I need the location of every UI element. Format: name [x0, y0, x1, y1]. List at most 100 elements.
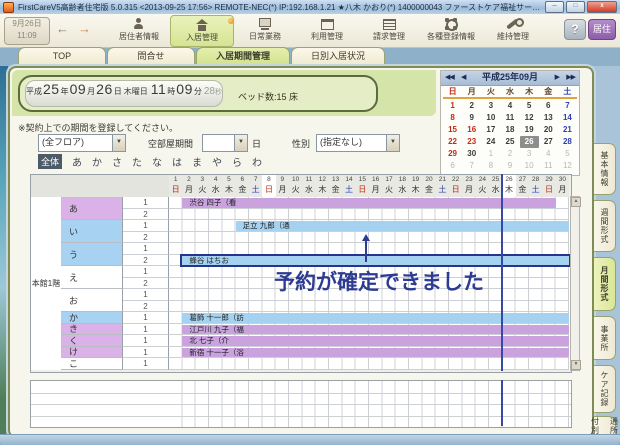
- calendar-day[interactable]: 2: [462, 100, 481, 112]
- calendar-day[interactable]: 25: [500, 136, 519, 148]
- minimize-button[interactable]: ─: [545, 1, 564, 13]
- side-tab-事業所[interactable]: 事業所: [594, 316, 616, 360]
- reservation-bar-葛飾 十一郎（訪[interactable]: 葛飾 十一郎（訪: [182, 313, 569, 323]
- toolbar-button-請求管理[interactable]: 請求管理: [358, 15, 420, 45]
- calendar-day[interactable]: 15: [443, 124, 462, 136]
- maximize-button[interactable]: □: [566, 1, 585, 13]
- calendar-day[interactable]: 22: [443, 136, 462, 148]
- tab-入居期間管理[interactable]: 入居期間管理: [196, 47, 290, 66]
- gantt-day-number: 14: [342, 175, 355, 184]
- calendar-day[interactable]: 16: [462, 124, 481, 136]
- calendar-day[interactable]: 6: [443, 160, 462, 172]
- back-arrow-icon[interactable]: ←: [56, 21, 69, 36]
- calendar-day[interactable]: 8: [443, 112, 462, 124]
- house-icon: [195, 19, 209, 31]
- calendar-day[interactable]: 7: [462, 160, 481, 172]
- kana-filter-た[interactable]: た: [127, 154, 147, 169]
- alert-dot-icon: [228, 18, 234, 24]
- kana-filter-あ[interactable]: あ: [67, 154, 87, 169]
- toolbar-button-維持管理[interactable]: 維持管理: [482, 15, 544, 45]
- calendar-day[interactable]: 23: [462, 136, 481, 148]
- mode-button[interactable]: 居住: [588, 19, 616, 40]
- calendar-day[interactable]: 12: [558, 160, 577, 172]
- gantt-scrollbar[interactable]: ▲ ▼: [570, 196, 580, 371]
- close-button[interactable]: x: [587, 1, 617, 13]
- chevron-down-icon[interactable]: ▼: [112, 135, 125, 151]
- calendar-next-month-icon[interactable]: ▶: [555, 71, 559, 84]
- toolbar-button-入居管理[interactable]: 入居管理: [170, 15, 234, 47]
- kana-filter-わ[interactable]: わ: [247, 154, 267, 169]
- help-button[interactable]: ?: [564, 19, 586, 40]
- kana-filter-か[interactable]: か: [87, 154, 107, 169]
- calendar-day[interactable]: 26: [520, 136, 539, 148]
- scroll-up-icon[interactable]: ▲: [571, 197, 581, 207]
- calendar-day[interactable]: 4: [500, 100, 519, 112]
- calendar-day[interactable]: 19: [520, 124, 539, 136]
- calendar-day[interactable]: 24: [481, 136, 500, 148]
- calendar-day[interactable]: 1: [481, 148, 500, 160]
- side-tab-ケア記録[interactable]: ケア記録: [594, 365, 616, 413]
- calendar-day[interactable]: 9: [462, 112, 481, 124]
- calendar-day[interactable]: 5: [558, 148, 577, 160]
- calendar-day[interactable]: 12: [520, 112, 539, 124]
- calendar-day[interactable]: 30: [462, 148, 481, 160]
- calendar-day[interactable]: 20: [539, 124, 558, 136]
- calendar-day[interactable]: 10: [520, 160, 539, 172]
- calendar-day[interactable]: 11: [500, 112, 519, 124]
- chevron-down-icon[interactable]: ▼: [234, 135, 247, 151]
- calendar-day[interactable]: 8: [481, 160, 500, 172]
- calendar-day[interactable]: 17: [481, 124, 500, 136]
- calendar-day[interactable]: 10: [481, 112, 500, 124]
- kana-filter-さ[interactable]: さ: [107, 154, 127, 169]
- reservation-bar-新宿 十一子（浴[interactable]: 新宿 十一子（浴: [182, 348, 569, 358]
- calendar-day[interactable]: 13: [539, 112, 558, 124]
- reservation-bar-蜂谷 はちお[interactable]: 蜂谷 はちお: [182, 256, 569, 266]
- reservation-bar-渋谷 四子（看[interactable]: 渋谷 四子（看: [182, 198, 555, 208]
- side-tab-基本情報[interactable]: 基本情報: [594, 143, 616, 195]
- side-tab-週間形式[interactable]: 週間形式: [594, 200, 616, 252]
- toolbar-button-居住者情報[interactable]: 居住者情報: [108, 15, 170, 45]
- calendar-day[interactable]: 11: [539, 160, 558, 172]
- calendar-day[interactable]: 6: [539, 100, 558, 112]
- calendar-day[interactable]: 4: [539, 148, 558, 160]
- gender-select[interactable]: (指定なし) ▼: [316, 134, 400, 152]
- calendar-prev-month-icon[interactable]: ◀: [461, 71, 465, 84]
- calendar-day[interactable]: 28: [558, 136, 577, 148]
- forward-arrow-icon[interactable]: →: [78, 21, 91, 36]
- calendar-day[interactable]: 5: [520, 100, 539, 112]
- calendar-day[interactable]: 2: [500, 148, 519, 160]
- reservation-bar-北 七子（介[interactable]: 北 七子（介: [182, 336, 569, 346]
- tab-TOP[interactable]: TOP: [18, 47, 106, 66]
- calendar-day[interactable]: 9: [500, 160, 519, 172]
- calendar-day[interactable]: 3: [520, 148, 539, 160]
- tab-日別入居状況[interactable]: 日別入居状況: [291, 47, 385, 66]
- floor-select[interactable]: (全フロア) ▼: [38, 134, 126, 152]
- kana-filter-は[interactable]: は: [167, 154, 187, 169]
- gantt-day-dow: 月: [276, 184, 289, 195]
- toolbar-button-利用管理[interactable]: 利用管理: [296, 15, 358, 45]
- calendar-day[interactable]: 27: [539, 136, 558, 148]
- reservation-bar-江戸川 九子（福[interactable]: 江戸川 九子（福: [182, 325, 569, 335]
- calendar-next-year-icon[interactable]: ▶▶: [566, 71, 575, 84]
- calendar-day[interactable]: 21: [558, 124, 577, 136]
- kana-filter-ら[interactable]: ら: [227, 154, 247, 169]
- toolbar-button-日常業務[interactable]: 日常業務: [234, 15, 296, 45]
- calendar-prev-year-icon[interactable]: ◀◀: [445, 71, 454, 84]
- scroll-down-icon[interactable]: ▼: [571, 360, 581, 370]
- calendar-day[interactable]: 14: [558, 112, 577, 124]
- kana-filter-な[interactable]: な: [147, 154, 167, 169]
- tab-問合せ[interactable]: 問合せ: [107, 47, 195, 66]
- vacancy-input[interactable]: ▼: [202, 134, 248, 152]
- kana-filter-all[interactable]: 全体: [38, 154, 62, 169]
- calendar-day[interactable]: 7: [558, 100, 577, 112]
- reservation-bar-足立 九郎（通[interactable]: 足立 九郎（通: [236, 221, 569, 231]
- calendar-day[interactable]: 3: [481, 100, 500, 112]
- calendar-day[interactable]: 1: [443, 100, 462, 112]
- kana-filter-や[interactable]: や: [207, 154, 227, 169]
- side-tab-月間形式[interactable]: 月間形式: [594, 257, 616, 311]
- kana-filter-ま[interactable]: ま: [187, 154, 207, 169]
- chevron-down-icon[interactable]: ▼: [386, 135, 399, 151]
- toolbar-button-各種登録情報[interactable]: 各種登録情報: [420, 15, 482, 45]
- calendar-day[interactable]: 18: [500, 124, 519, 136]
- calendar-day[interactable]: 29: [443, 148, 462, 160]
